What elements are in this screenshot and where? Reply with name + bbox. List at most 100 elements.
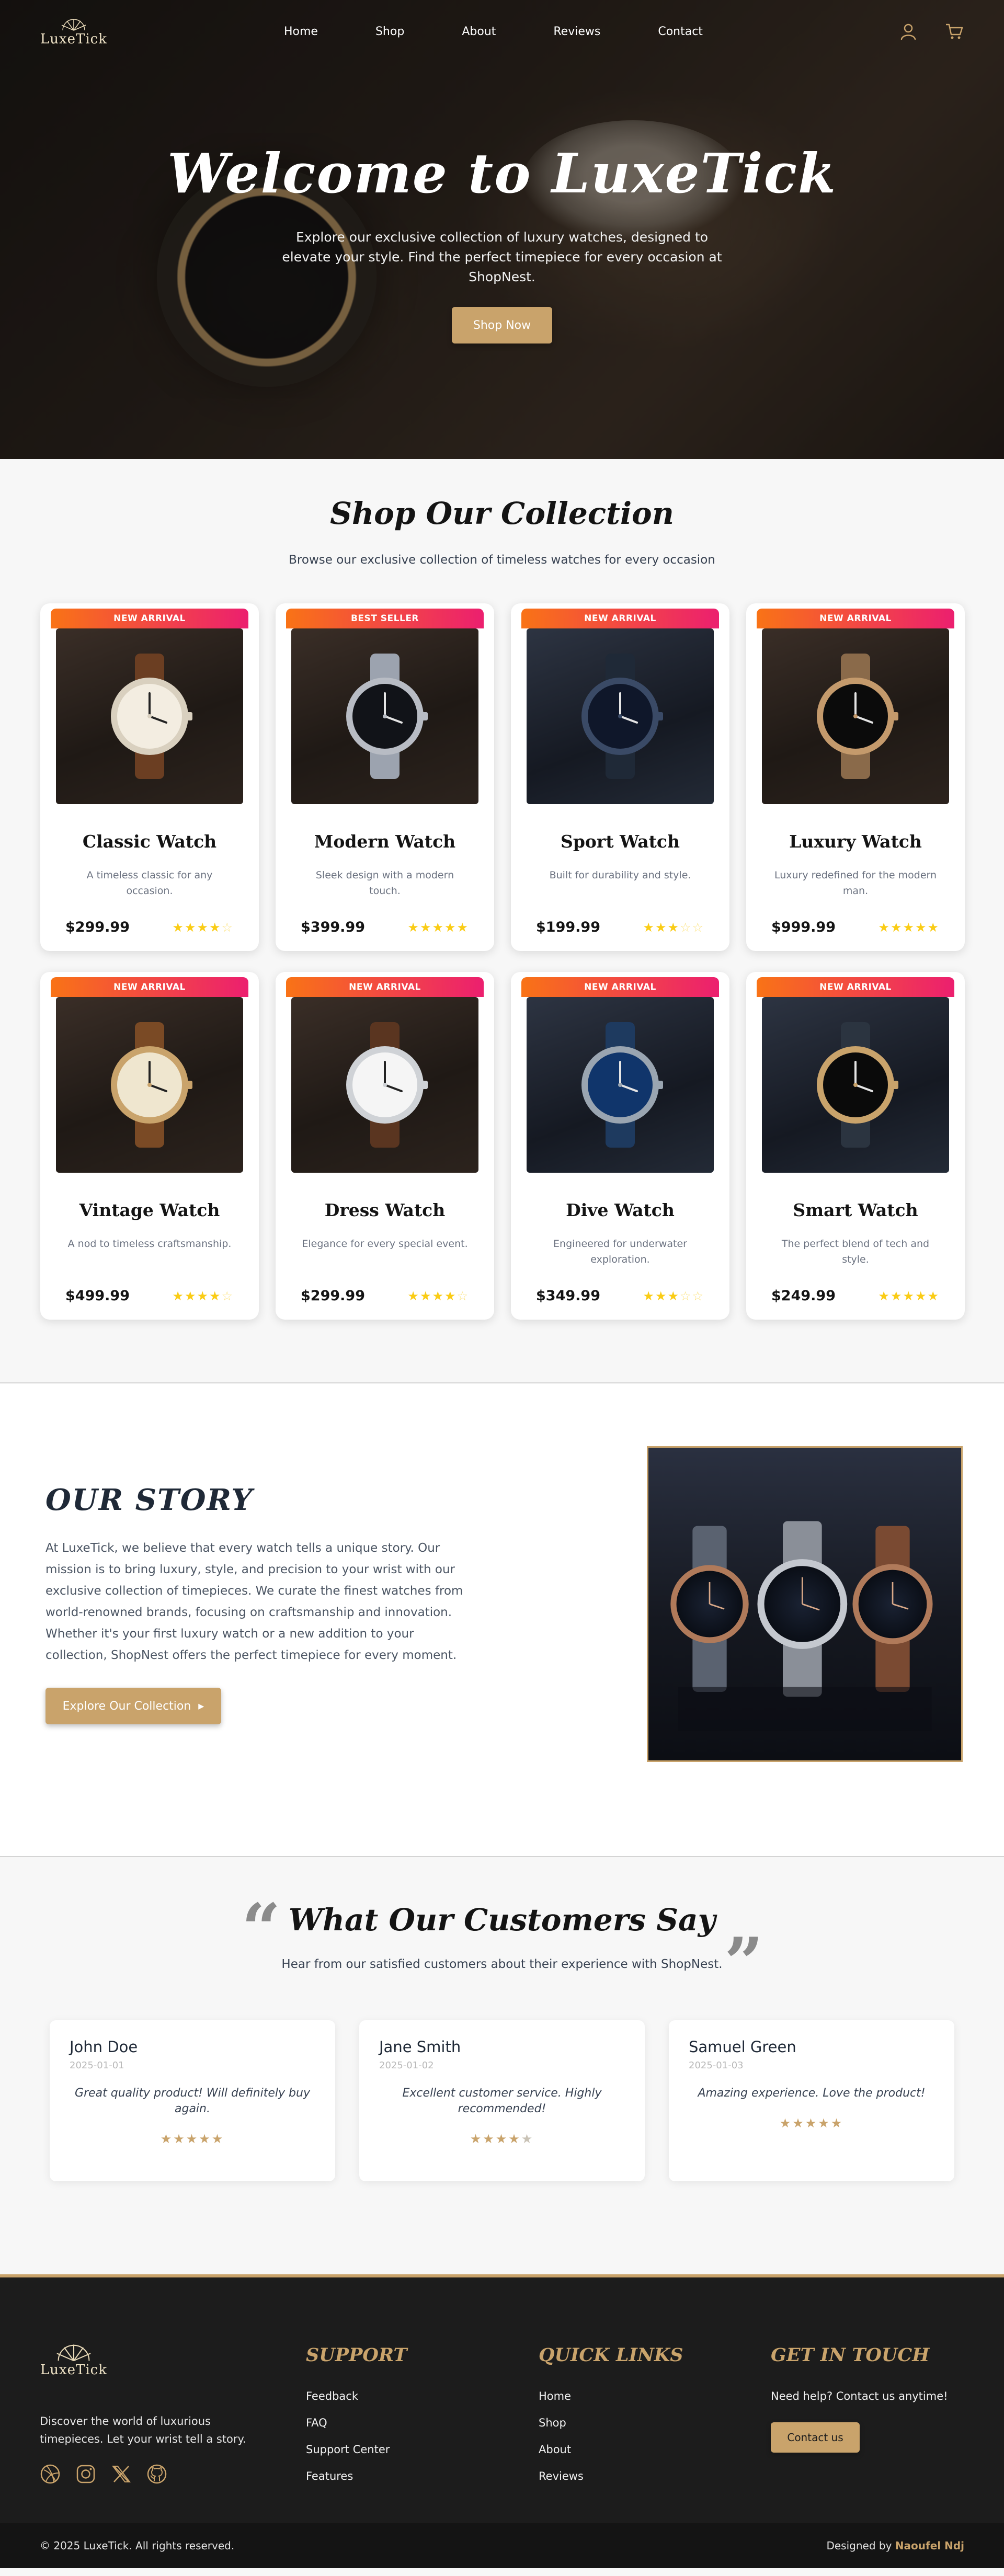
footer-link-home[interactable]: Home	[539, 2390, 683, 2402]
logo-rays-icon	[61, 19, 86, 31]
footer-link-support-center[interactable]: Support Center	[306, 2443, 407, 2456]
product-name[interactable]: Classic Watch	[83, 831, 216, 852]
product-card[interactable]: NEW ARRIVAL Sport Watch Built for durabili…	[511, 603, 729, 951]
product-rating-stars: ★★★☆☆	[643, 1288, 704, 1303]
nav-link-reviews[interactable]: Reviews	[553, 25, 600, 38]
product-name[interactable]: Modern Watch	[314, 831, 455, 852]
product-card[interactable]: NEW ARRIVAL Dress Watch Elegance for every…	[276, 972, 494, 1320]
x-icon[interactable]	[111, 2464, 132, 2485]
product-image[interactable]	[291, 997, 478, 1173]
review-grid: John Doe 2025-01-01 Great quality product!…	[50, 2020, 954, 2181]
brand-logo[interactable]: LuxeTick	[40, 16, 108, 47]
product-name[interactable]: Smart Watch	[793, 1200, 918, 1220]
product-card[interactable]: NEW ARRIVAL Dive Watch Engineered for unde…	[511, 972, 729, 1320]
footer-logo[interactable]: LuxeTick	[40, 2340, 108, 2378]
user-icon[interactable]	[898, 21, 918, 41]
cart-icon[interactable]	[944, 21, 964, 41]
product-price: $299.99	[301, 1288, 365, 1304]
product-image[interactable]	[291, 628, 478, 804]
footer-link-reviews[interactable]: Reviews	[539, 2470, 683, 2482]
top-navbar: LuxeTick Home Shop About Reviews Contact	[0, 0, 1004, 63]
contact-us-button[interactable]: Contact us	[771, 2422, 860, 2453]
footer-link-about[interactable]: About	[539, 2443, 683, 2456]
footer-support-list: Feedback FAQ Support Center Features	[306, 2390, 407, 2482]
review-date: 2025-01-01	[70, 2060, 124, 2071]
review-card: Samuel Green 2025-01-03 Amazing experience…	[669, 2020, 954, 2181]
review-rating-stars: ★★★★★	[779, 2116, 844, 2131]
product-image[interactable]	[527, 628, 714, 804]
review-text: Great quality product! Will definitely b…	[75, 2087, 310, 2115]
footer-link-faq[interactable]: FAQ	[306, 2417, 407, 2429]
review-card: Jane Smith 2025-01-02 Excellent customer s…	[359, 2020, 645, 2181]
product-card[interactable]: NEW ARRIVAL Smart Watch The perfect blend …	[746, 972, 965, 1320]
footer-contact-column: GET IN TOUCH Need help? Contact us anyti…	[771, 2344, 948, 2453]
nav-link-about[interactable]: About	[462, 25, 496, 38]
designed-by-label: Designed by	[826, 2539, 892, 2552]
product-card[interactable]: NEW ARRIVAL Classic Watch A timeless class…	[40, 603, 259, 951]
product-card[interactable]: NEW ARRIVAL Vintage Watch A nod to timeles…	[40, 972, 259, 1320]
nav-link-contact[interactable]: Contact	[658, 25, 703, 38]
hero-title: Welcome to LuxeTick	[167, 141, 837, 205]
product-price: $199.99	[536, 919, 600, 935]
product-description: A nod to timeless craftsmanship.	[67, 1238, 232, 1250]
shop-now-button[interactable]: Shop Now	[452, 307, 552, 344]
hero-content: Welcome to LuxeTick Explore our exclusiv…	[0, 141, 1004, 344]
footer-support-column: SUPPORT Feedback FAQ Support Center Feat…	[306, 2344, 407, 2497]
footer-link-features[interactable]: Features	[306, 2470, 407, 2482]
story-text: At LuxeTick, we believe that every watch…	[45, 1541, 463, 1662]
product-description: Sleek design with a modern touch.	[315, 869, 454, 897]
product-card[interactable]: NEW ARRIVAL Luxury Watch Luxury redefined …	[746, 603, 965, 951]
reviewer-name: Samuel Green	[689, 2038, 796, 2056]
three-watches-illustration	[670, 1521, 933, 1731]
nav-link-home[interactable]: Home	[284, 25, 318, 38]
product-badge: NEW ARRIVAL	[757, 977, 954, 997]
product-image[interactable]	[762, 628, 949, 804]
product-footer: $299.99 ★★★★☆	[301, 1288, 469, 1304]
logo-text: LuxeTick	[40, 31, 108, 47]
review-rating-stars: ★★★★★	[160, 2132, 225, 2146]
product-image[interactable]	[527, 997, 714, 1173]
product-name[interactable]: Vintage Watch	[79, 1200, 220, 1220]
product-footer: $349.99 ★★★☆☆	[536, 1288, 704, 1304]
review-date: 2025-01-03	[689, 2060, 744, 2071]
product-name[interactable]: Sport Watch	[561, 831, 680, 852]
footer-link-feedback[interactable]: Feedback	[306, 2390, 407, 2402]
story-watches-image	[647, 1446, 963, 1762]
story-title: OUR STORY	[45, 1483, 254, 1517]
product-footer: $999.99 ★★★★★	[771, 919, 940, 935]
review-card: John Doe 2025-01-01 Great quality product!…	[50, 2020, 335, 2181]
nav-link-shop[interactable]: Shop	[375, 25, 404, 38]
product-price: $349.99	[536, 1288, 600, 1304]
footer-link-shop[interactable]: Shop	[539, 2417, 683, 2429]
product-description: The perfect blend of tech and style.	[781, 1238, 930, 1265]
designer-name[interactable]: Naoufel Ndj	[895, 2539, 964, 2552]
explore-collection-button[interactable]: Explore Our Collection ▸	[45, 1688, 221, 1724]
watch-illustration	[111, 1022, 192, 1148]
product-image[interactable]	[56, 997, 243, 1173]
product-name[interactable]: Luxury Watch	[789, 831, 922, 852]
product-card[interactable]: BEST SELLER Modern Watch Sleek design with…	[276, 603, 494, 951]
designed-by: Designed by Naoufel Ndj	[826, 2539, 964, 2552]
footer-contact-title: GET IN TOUCH	[771, 2344, 930, 2366]
product-footer: $399.99 ★★★★★	[301, 919, 469, 935]
nav-icons	[898, 21, 964, 41]
product-name[interactable]: Dive Watch	[566, 1200, 675, 1220]
github-icon[interactable]	[146, 2464, 167, 2485]
explore-collection-label: Explore Our Collection	[62, 1699, 191, 1713]
product-description: A timeless classic for any occasion.	[86, 869, 213, 897]
product-description: Elegance for every special event.	[302, 1238, 468, 1250]
footer-support-title: SUPPORT	[306, 2344, 407, 2366]
collection-section: Shop Our Collection Browse our exclusive…	[0, 459, 1004, 1382]
dribbble-icon[interactable]	[40, 2464, 61, 2485]
product-rating-stars: ★★★★★	[407, 920, 469, 935]
product-image[interactable]	[762, 997, 949, 1173]
watch-illustration	[581, 1022, 663, 1148]
collection-subtitle: Browse our exclusive collection of timel…	[289, 553, 715, 567]
product-badge: NEW ARRIVAL	[757, 609, 954, 628]
product-name[interactable]: Dress Watch	[325, 1200, 446, 1220]
product-badge: BEST SELLER	[286, 609, 484, 628]
product-image[interactable]	[56, 628, 243, 804]
product-badge: NEW ARRIVAL	[286, 977, 484, 997]
instagram-icon[interactable]	[75, 2464, 96, 2485]
quote-open-icon: “	[242, 1888, 281, 1968]
